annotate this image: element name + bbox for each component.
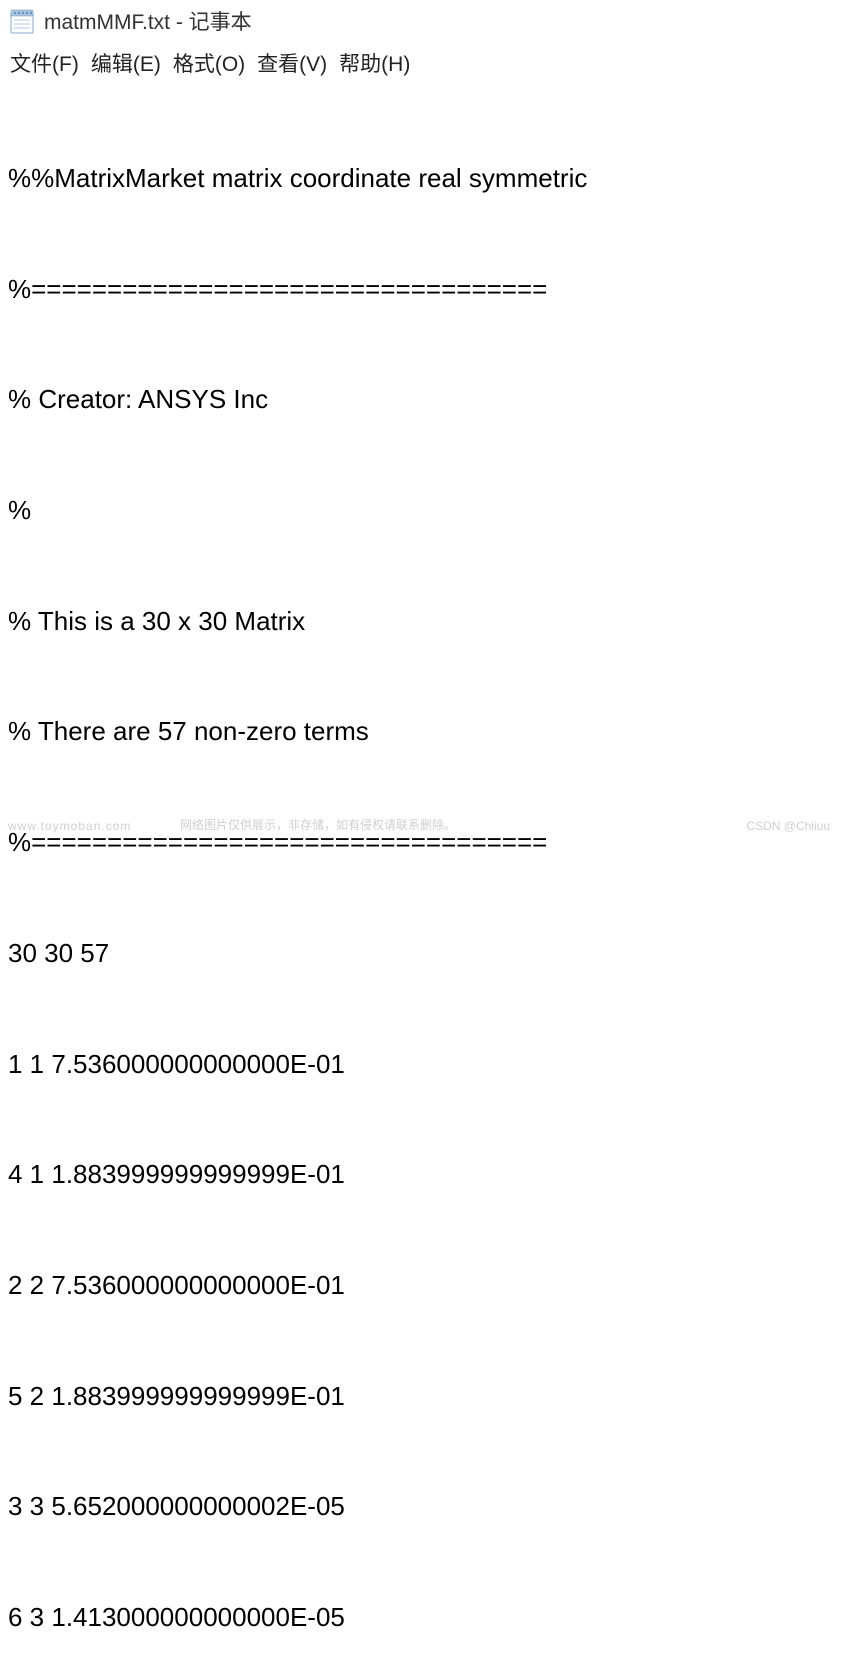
content-line: 30 30 57 <box>8 935 842 972</box>
content-line: 2 2 7.536000000000000E-01 <box>8 1267 842 1304</box>
menu-file[interactable]: 文件(F) <box>10 48 79 78</box>
content-line: %%MatrixMarket matrix coordinate real sy… <box>8 160 842 197</box>
watermark-mid: 网络图片仅供展示，非存储，如有侵权请联系删除。 <box>180 816 456 833</box>
menu-help[interactable]: 帮助(H) <box>339 48 410 78</box>
watermark-left: www.toymoban.com <box>8 819 131 833</box>
content-line: %================================== <box>8 271 842 308</box>
title-bar: matmMMF.txt - 记事本 <box>0 0 850 40</box>
menu-edit[interactable]: 编辑(E) <box>91 48 161 78</box>
content-line: 6 3 1.413000000000000E-05 <box>8 1599 842 1636</box>
watermark-right: CSDN @Chiiuu <box>746 819 830 833</box>
content-line: % This is a 30 x 30 Matrix <box>8 603 842 640</box>
content-line: 1 1 7.536000000000000E-01 <box>8 1046 842 1083</box>
content-line: 5 2 1.883999999999999E-01 <box>8 1378 842 1415</box>
notepad-icon <box>8 7 36 35</box>
window-title: matmMMF.txt - 记事本 <box>44 6 252 36</box>
menu-bar: 文件(F) 编辑(E) 格式(O) 查看(V) 帮助(H) <box>0 40 850 84</box>
content-line: % <box>8 492 842 529</box>
menu-format[interactable]: 格式(O) <box>173 48 245 78</box>
content-line: 3 3 5.652000000000002E-05 <box>8 1488 842 1525</box>
content-line: % There are 57 non-zero terms <box>8 713 842 750</box>
content-line: 4 1 1.883999999999999E-01 <box>8 1156 842 1193</box>
menu-view[interactable]: 查看(V) <box>257 48 327 78</box>
text-content[interactable]: %%MatrixMarket matrix coordinate real sy… <box>0 84 850 1674</box>
content-line: % Creator: ANSYS Inc <box>8 381 842 418</box>
